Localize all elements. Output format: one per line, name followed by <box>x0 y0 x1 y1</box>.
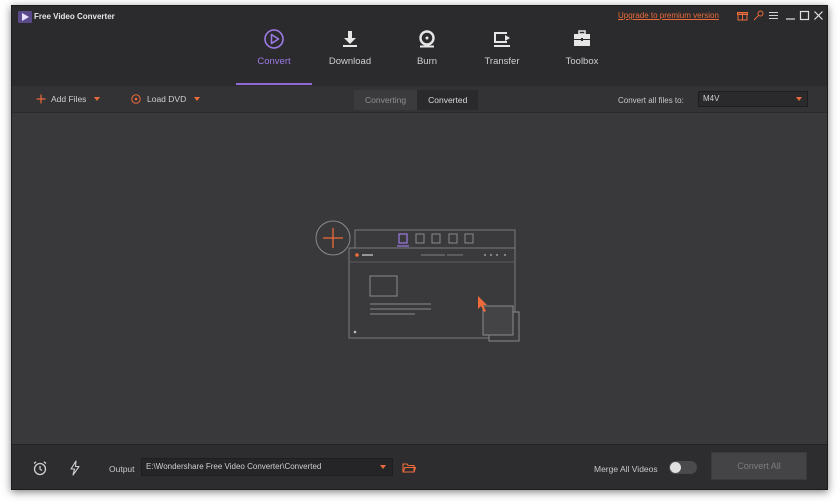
tab-label: Toolbox <box>565 56 599 67</box>
lightning-icon[interactable] <box>66 459 84 477</box>
menu-icon[interactable] <box>767 9 780 22</box>
output-path-select[interactable]: E:\Wondershare Free Video Converter\Conv… <box>141 458 393 476</box>
tab-burn[interactable]: Burn <box>389 6 465 86</box>
status-segmented-control: Converting Converted <box>354 90 479 110</box>
upgrade-link[interactable]: Upgrade to premium version <box>618 11 719 20</box>
app-window: Free Video Converter Upgrade to premium … <box>11 5 828 490</box>
bottom-bar: Output E:\Wondershare Free Video Convert… <box>12 444 827 489</box>
chevron-down-icon <box>796 97 802 101</box>
add-files-label: Add Files <box>51 94 87 104</box>
tab-label: Download <box>328 56 372 67</box>
tab-converted[interactable]: Converted <box>417 90 479 110</box>
transfer-icon <box>491 28 513 50</box>
add-files-illustration[interactable] <box>315 216 525 346</box>
download-icon <box>339 28 361 50</box>
plus-icon <box>36 94 46 104</box>
chevron-down-icon <box>380 465 386 469</box>
maximize-icon[interactable] <box>798 9 811 22</box>
load-dvd-button[interactable]: Load DVD <box>131 92 201 106</box>
output-label: Output <box>109 464 135 474</box>
dvd-icon <box>131 94 141 104</box>
file-drop-zone[interactable] <box>12 114 827 444</box>
toggle-knob <box>670 462 681 473</box>
add-files-button[interactable]: Add Files <box>36 92 101 106</box>
convert-all-button[interactable]: Convert All <box>711 452 807 480</box>
convert-icon <box>263 28 285 50</box>
tab-label: Burn <box>416 56 438 67</box>
chevron-down-icon[interactable] <box>94 97 101 101</box>
merge-all-videos-label: Merge All Videos <box>594 464 658 474</box>
app-logo-icon <box>18 11 32 23</box>
tab-toolbox[interactable]: Toolbox <box>544 6 620 86</box>
convert-all-files-label: Convert all files to: <box>618 96 684 105</box>
chevron-down-icon[interactable] <box>194 97 201 101</box>
open-folder-icon[interactable] <box>400 459 418 477</box>
title-bar: Free Video Converter Upgrade to premium … <box>12 6 827 86</box>
active-tab-indicator <box>236 83 312 85</box>
load-dvd-label: Load DVD <box>147 94 187 104</box>
app-title: Free Video Converter <box>34 12 115 21</box>
tab-converting[interactable]: Converting <box>354 90 418 110</box>
alarm-clock-icon[interactable] <box>31 459 49 477</box>
output-path-value: E:\Wondershare Free Video Converter\Conv… <box>146 462 322 471</box>
toolbar: Add Files Load DVD Converting Converted … <box>12 86 827 113</box>
toolbox-icon <box>571 28 593 50</box>
burn-icon <box>416 28 438 50</box>
tab-convert[interactable]: Convert <box>236 6 312 86</box>
minimize-icon[interactable] <box>784 9 797 22</box>
merge-toggle[interactable] <box>669 461 697 474</box>
format-value: M4V <box>703 94 720 103</box>
tab-label: Convert <box>257 56 291 67</box>
close-icon[interactable] <box>812 9 825 22</box>
output-format-select[interactable]: M4V <box>698 91 808 107</box>
key-icon[interactable] <box>752 9 765 22</box>
tab-transfer[interactable]: Transfer <box>464 6 540 86</box>
gift-icon[interactable] <box>736 9 749 22</box>
tab-label: Transfer <box>484 56 520 67</box>
tab-download[interactable]: Download <box>312 6 388 86</box>
